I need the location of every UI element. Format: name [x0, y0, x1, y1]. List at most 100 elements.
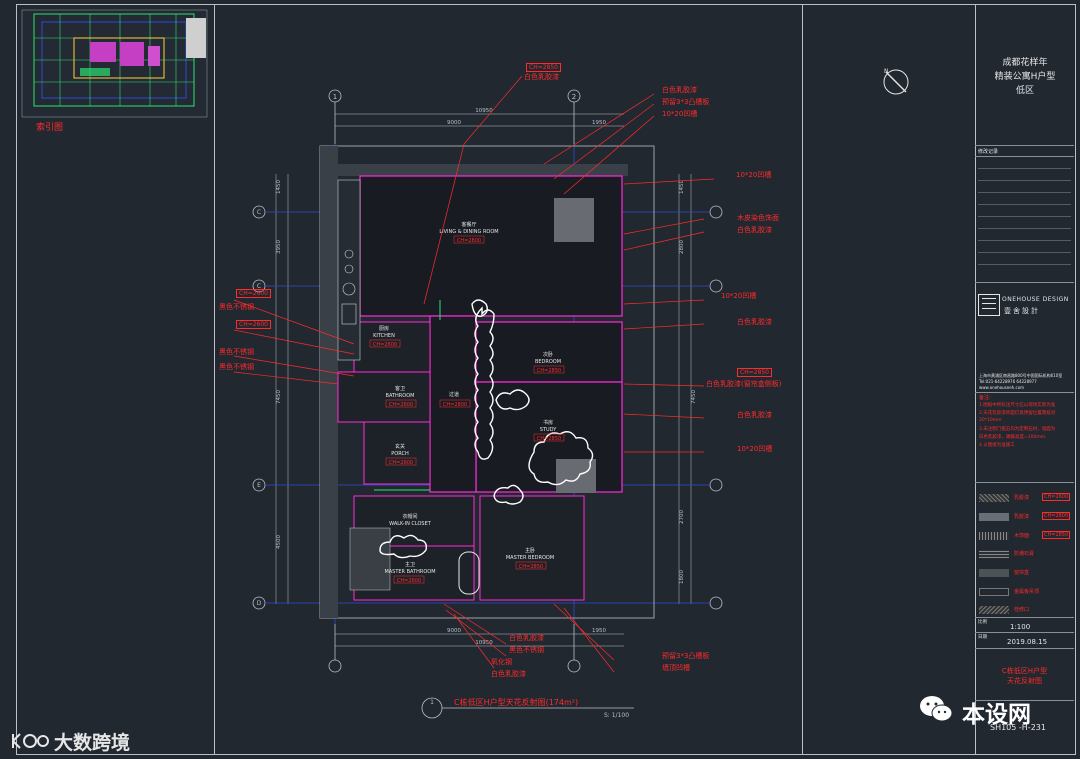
note-left-ch2: CH=2600	[236, 320, 271, 329]
ch-study: CH=2850	[537, 436, 561, 442]
dim-top-1: 9000	[447, 120, 461, 126]
legend-label-6: 金属板吊顶	[1014, 589, 1040, 595]
legend-swatch	[979, 513, 1009, 521]
legend-tag-2: CH=2800	[1042, 512, 1071, 520]
dim-right-3: 7450	[691, 390, 697, 404]
company-name-cn: 壹舍設計	[1004, 307, 1040, 315]
room-study-cn: 书房	[543, 419, 553, 426]
note-bottom-2: 黑色不锈钢	[509, 646, 544, 654]
keyplan-thumbnail	[21, 9, 208, 118]
project-title-1: 成都花样年	[1002, 58, 1048, 68]
ch-porch: CH=2600	[389, 460, 413, 466]
note-left-ch1: CH=2600	[236, 289, 271, 298]
room-study-en: STUDY	[540, 427, 557, 433]
date-label: 日期	[978, 635, 987, 640]
room-closet-en: WALK-IN CLOSET	[389, 521, 432, 527]
company-tel: Tel:021-64228976 64228977	[979, 379, 1037, 384]
note-line-2: 2.天花乳胶漆饰面灯具预留位置需核对	[979, 411, 1056, 416]
note-bottom-4: 白色乳胶漆	[491, 670, 526, 678]
dim-top-2: 1950	[592, 120, 606, 126]
drawing-title-2: 天花反射图	[1007, 677, 1042, 685]
north-arrow-icon: N	[883, 68, 909, 95]
scale-value: 1:100	[1010, 623, 1031, 631]
legend-label-2: 乳胶漆	[1014, 514, 1030, 520]
watermark-left-logo-icon	[12, 733, 49, 749]
note-right-6: 白色乳胶漆(窗帘盒侧板)	[706, 380, 782, 388]
date-value: 2019.08.15	[1007, 638, 1048, 646]
note-top-1: 白色乳胶漆	[524, 73, 559, 81]
dim-left-1: 1450	[276, 180, 282, 194]
ch-masterbath: CH=2600	[397, 578, 421, 584]
dim-right-4: 2700	[679, 510, 685, 524]
room-masterbath-en: MASTER BATHROOM	[384, 569, 435, 575]
grid-c-left: C	[257, 209, 261, 216]
room-kitchen-en: KITCHEN	[373, 333, 395, 339]
dim-right-1: 1450	[679, 180, 685, 194]
note-line-6: 4.以图纸为准施工	[979, 443, 1015, 448]
watermark-right-text: 本设网	[962, 702, 1031, 728]
room-bath-en: BATHROOM	[386, 393, 415, 399]
keyplan-label: 索引图	[36, 123, 64, 133]
room-bedroom-cn: 次卧	[543, 351, 553, 358]
room-bedroom-en: BEDROOM	[535, 359, 561, 365]
legend-swatch	[979, 606, 1009, 614]
legend-swatch	[979, 494, 1009, 502]
dim-bottom-1: 9000	[447, 628, 461, 634]
dim-left-4: 4500	[276, 535, 282, 549]
note-right-7: 白色乳胶漆	[737, 411, 772, 419]
legend-label-1: 乳胶漆	[1014, 495, 1030, 501]
legend-label-4: 防潮石膏	[1014, 551, 1035, 557]
svg-text:N: N	[884, 68, 889, 75]
note-bottom-6: 墙顶凹槽	[662, 664, 690, 672]
ch-bedroom: CH=2850	[537, 368, 561, 374]
note-left-2: 黑色不锈钢	[219, 348, 254, 356]
scale-label: 比例	[978, 620, 987, 625]
dim-bottom-2: 1950	[592, 628, 606, 634]
room-living-cn: 客餐厅	[461, 221, 476, 228]
dim-right-2: 2800	[679, 240, 685, 254]
note-top-2: 白色乳胶漆	[662, 86, 697, 94]
grid-2-top: 2	[572, 93, 576, 101]
note-top-ch: CH=2850	[526, 63, 561, 72]
room-closet-cn: 衣帽间	[402, 513, 417, 520]
room-masterbath-cn: 主卫	[405, 561, 415, 568]
note-right-1: 10*20凹槽	[736, 171, 772, 179]
legend-swatch	[979, 569, 1009, 577]
room-master-en: MASTER BEDROOM	[506, 555, 554, 561]
project-title-2: 精装公寓H户型	[994, 72, 1056, 82]
legend-label-3: 木饰面	[1014, 533, 1030, 539]
legend-label-5: 窗帘盒	[1014, 570, 1030, 576]
ch-master: CH=2850	[519, 564, 543, 570]
company-web: www.onehouseeh.com	[979, 385, 1025, 390]
company-logo	[978, 294, 1000, 316]
ch-living: CH=2800	[457, 238, 481, 244]
project-title-3: 低区	[1015, 86, 1034, 96]
room-bath-cn: 客卫	[395, 385, 405, 392]
grid-d-left: D	[257, 600, 262, 607]
notes-title: 备注:	[979, 395, 991, 401]
note-bottom-1: 白色乳胶漆	[509, 634, 544, 642]
note-line-4: 3.未注明门槛石均为定制石材，墙面为	[979, 427, 1056, 432]
room-kitchen-cn: 厨房	[379, 325, 389, 332]
room-corridor-cn: 过道	[449, 391, 459, 398]
note-top-4: 10*20凹槽	[662, 110, 698, 118]
grid-1-top: 1	[333, 93, 337, 101]
revision-header: 修改记录	[978, 149, 999, 155]
ch-kitchen: CH=2600	[373, 342, 397, 348]
legend-tag-3: CH=2850	[1042, 531, 1071, 539]
drawing-frame-right	[802, 4, 976, 755]
note-line-3: 20*10mm	[979, 418, 1002, 423]
caption-number: 1	[430, 699, 434, 706]
wechat-icon	[920, 696, 953, 722]
room-porch-en: PORCH	[391, 451, 409, 457]
dim-left-2: 3950	[276, 240, 282, 254]
note-right-8: 10*20凹槽	[737, 445, 773, 453]
plan-scale: S: 1/100	[604, 712, 629, 719]
note-right-ch: CH=2850	[737, 368, 772, 377]
drawing-title-1: C栋低区H户型	[1001, 667, 1048, 675]
room-master-cn: 主卧	[525, 547, 535, 554]
dim-bottom-total: 10950	[475, 640, 493, 646]
grid-e-left: E	[257, 482, 261, 489]
note-left-1: 黑色不锈钢	[219, 303, 254, 311]
note-right-2: 木皮染色饰面	[737, 214, 779, 222]
